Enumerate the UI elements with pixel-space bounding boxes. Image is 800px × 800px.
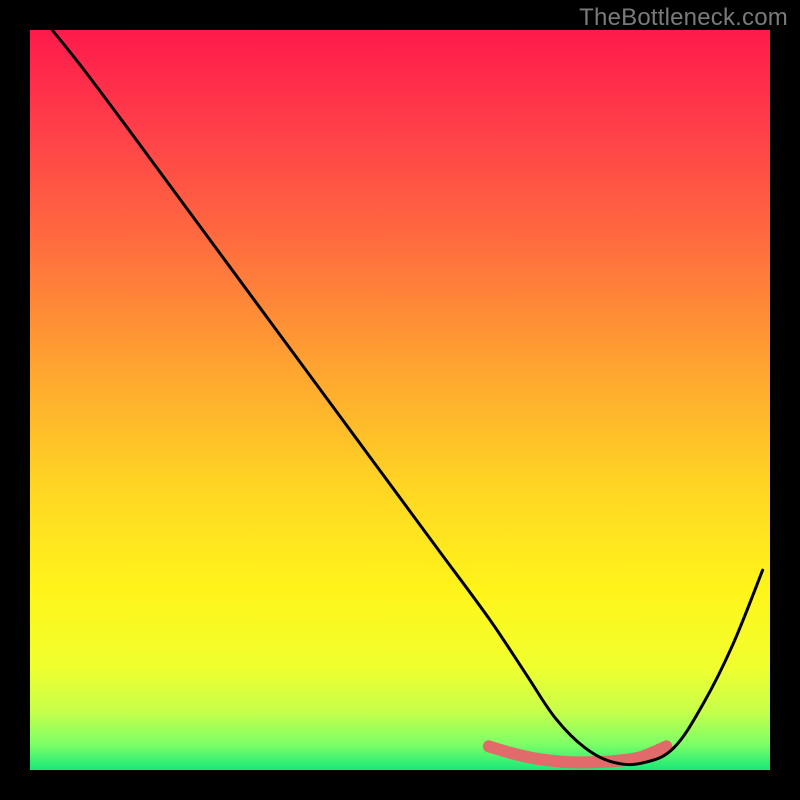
gradient-background	[30, 30, 770, 770]
chart-frame: TheBottleneck.com	[0, 0, 800, 800]
chart-area	[30, 30, 770, 770]
watermark-text: TheBottleneck.com	[579, 4, 788, 32]
chart-svg	[30, 30, 770, 770]
